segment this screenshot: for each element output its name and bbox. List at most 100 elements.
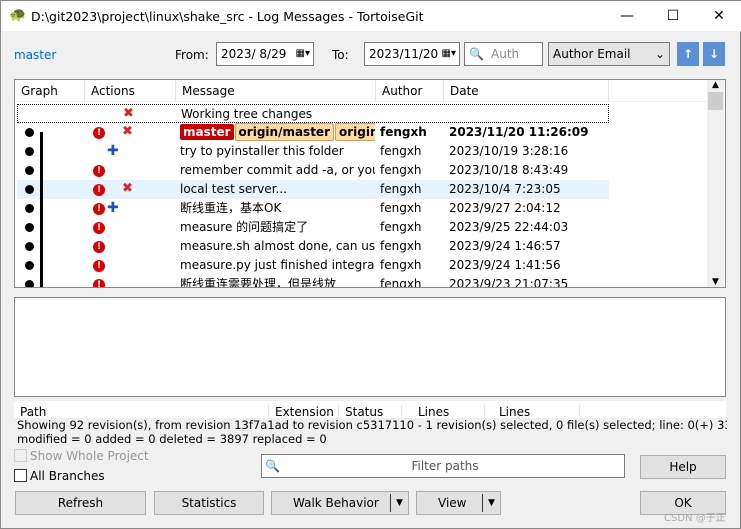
to-date-picker[interactable]: 2023/11/20 ▦▾ (364, 42, 460, 66)
commit-row[interactable]: ! remember commit add -a, or you... fengxh… (17, 161, 609, 180)
modified-file-icon: ! (93, 279, 105, 287)
graph-node (25, 223, 34, 232)
view-button[interactable]: View ▼ (416, 491, 501, 515)
file-column-path[interactable]: Path (14, 405, 269, 418)
to-label: To: (332, 48, 349, 62)
column-message[interactable]: Message (176, 80, 376, 102)
commit-row[interactable]: ! ✚ 断线重连，基本OK fengxh 2023/9/27 2:04:12 (17, 199, 609, 218)
commit-row[interactable]: ! measure.py just finished integral ... fe… (17, 256, 609, 275)
author-cell: fengxh (380, 258, 422, 272)
filter-paths-placeholder: Filter paths (411, 459, 479, 473)
scroll-down-icon[interactable]: ▼ (707, 277, 724, 287)
column-author[interactable]: Author (376, 80, 444, 102)
status-line-2: modified = 0 added = 0 deleted = 3897 re… (17, 432, 327, 446)
filter-field-select[interactable]: Author Email ⌄ (548, 42, 670, 66)
modified-file-icon: ! (93, 241, 105, 253)
show-whole-project-label: Show Whole Project (30, 449, 149, 463)
date-cell: 2023/11/20 11:26:09 (449, 125, 589, 139)
graph-node (25, 166, 34, 175)
status-text: Showing 92 revision(s), from revision 13… (17, 418, 727, 448)
calendar-dropdown-icon[interactable]: ▦▾ (296, 43, 310, 65)
modified-file-icon: ! (93, 260, 105, 272)
graph-node (25, 147, 34, 156)
commit-row[interactable]: ✚ try to pyinstaller this folder fengxh 202… (17, 142, 609, 161)
commit-message: local test server... (180, 182, 287, 196)
branch-link[interactable]: master (14, 48, 56, 62)
arrow-down-icon[interactable]: ↓ (703, 42, 725, 66)
log-list[interactable]: Graph Actions Message Author Date ✖ Work… (14, 79, 726, 288)
working-tree-message: Working tree changes (181, 107, 313, 121)
message-pane[interactable] (14, 297, 726, 397)
maximize-button[interactable]: ☐ (650, 1, 696, 31)
file-column-lines-added[interactable]: Lines added (402, 405, 485, 418)
author-cell: fengxh (380, 144, 422, 158)
show-whole-project-checkbox[interactable]: Show Whole Project (14, 449, 149, 463)
ref-tag[interactable]: origin/HEAD (335, 123, 375, 141)
author-cell: fengxh (380, 201, 422, 215)
column-graph[interactable]: Graph (15, 80, 85, 102)
help-button[interactable]: Help (640, 455, 726, 479)
from-label: From: (175, 48, 209, 62)
author-cell: fengxh (380, 220, 422, 234)
modified-file-icon: ! (93, 203, 105, 215)
scrollbar[interactable]: ▲ ▼ (707, 80, 724, 287)
all-branches-label: All Branches (30, 469, 105, 483)
file-column-status[interactable]: Status (339, 405, 402, 418)
minimize-button[interactable]: — (604, 1, 650, 31)
file-list[interactable]: Path Extension Status Lines added Lines … (14, 401, 726, 418)
deleted-file-icon: ✖ (122, 124, 133, 139)
author-cell: fengxh (380, 239, 422, 253)
scroll-up-icon[interactable]: ▲ (707, 80, 724, 90)
message-cell: measure.sh almost done, can usi... (180, 237, 375, 256)
commit-message: remember commit add -a, or you... (180, 163, 375, 177)
message-cell: 断线重连，基本OK (180, 199, 375, 218)
message-cell: measure.py just finished integral ... (180, 256, 375, 275)
graph-line (40, 132, 43, 287)
dropdown-arrow-icon[interactable]: ▼ (482, 494, 500, 512)
commit-message: 断线重连需要处理，但是线放 (180, 277, 337, 288)
commit-message: measure.py just finished integral ... (180, 258, 375, 272)
filter-field-value: Author Email (553, 47, 631, 61)
refresh-button[interactable]: Refresh (15, 491, 146, 515)
ref-tag[interactable]: master (180, 124, 234, 140)
walk-behavior-button[interactable]: Walk Behavior ▼ (271, 491, 409, 515)
chevron-down-icon: ⌄ (654, 47, 665, 61)
working-tree-row[interactable]: ✖ Working tree changes (17, 104, 609, 123)
scroll-thumb[interactable] (708, 92, 723, 110)
file-column-extension[interactable]: Extension (269, 405, 339, 418)
log-header: Graph Actions Message Author Date (15, 80, 725, 102)
column-actions[interactable]: Actions (85, 80, 176, 102)
commit-row[interactable]: ! 断线重连需要处理，但是线放 fengxh 2023/9/23 21:07:35 (17, 275, 609, 288)
ref-tag[interactable]: origin/master (234, 123, 334, 141)
column-date[interactable]: Date (444, 80, 609, 102)
added-file-icon: ✚ (107, 143, 119, 159)
file-column-lines-removed[interactable]: Lines removed (485, 405, 580, 418)
commit-row[interactable]: ! ✖ masterorigin/masterorigin/HEAD fengxh 20… (17, 123, 609, 142)
from-date-picker[interactable]: 2023/ 8/29 ▦▾ (216, 42, 314, 66)
statistics-button[interactable]: Statistics (154, 491, 264, 515)
message-cell: 断线重连需要处理，但是线放 (180, 275, 375, 288)
graph-node (25, 242, 34, 251)
dropdown-arrow-icon[interactable]: ▼ (390, 494, 408, 512)
filter-paths-input[interactable]: 🔍 Filter paths (261, 454, 625, 478)
message-cell: remember commit add -a, or you... (180, 161, 375, 180)
author-cell: fengxh (380, 125, 427, 139)
commit-row[interactable]: ! measure.sh almost done, can usi... fengx… (17, 237, 609, 256)
arrow-up-icon[interactable]: ↑ (677, 42, 699, 66)
search-input[interactable]: 🔍 Auth (464, 42, 543, 66)
all-branches-checkbox[interactable]: All Branches (14, 469, 105, 483)
commit-message: 断线重连，基本OK (180, 201, 282, 215)
message-cell: masterorigin/masterorigin/HEAD (180, 123, 375, 142)
calendar-dropdown-icon[interactable]: ▦▾ (442, 43, 456, 65)
window-title: D:\git2023\project\linux\shake_src - Log… (31, 9, 424, 24)
date-cell: 2023/10/18 8:43:49 (449, 163, 569, 177)
commit-row[interactable]: ! measure 的问题搞定了 fengxh 2023/9/25 22:44:03 (17, 218, 609, 237)
commit-row[interactable]: ! ✖ local test server... fengxh 2023/10/4 7:… (17, 180, 609, 199)
close-button[interactable]: ✕ (696, 1, 741, 31)
deleted-file-icon: ✖ (123, 106, 134, 121)
modified-file-icon: ! (93, 127, 105, 139)
graph-node (25, 204, 34, 213)
watermark: CSDN @子正 (664, 513, 726, 524)
title-bar: 🐢 D:\git2023\project\linux\shake_src - L… (1, 1, 741, 31)
message-cell: local test server... (180, 180, 375, 199)
